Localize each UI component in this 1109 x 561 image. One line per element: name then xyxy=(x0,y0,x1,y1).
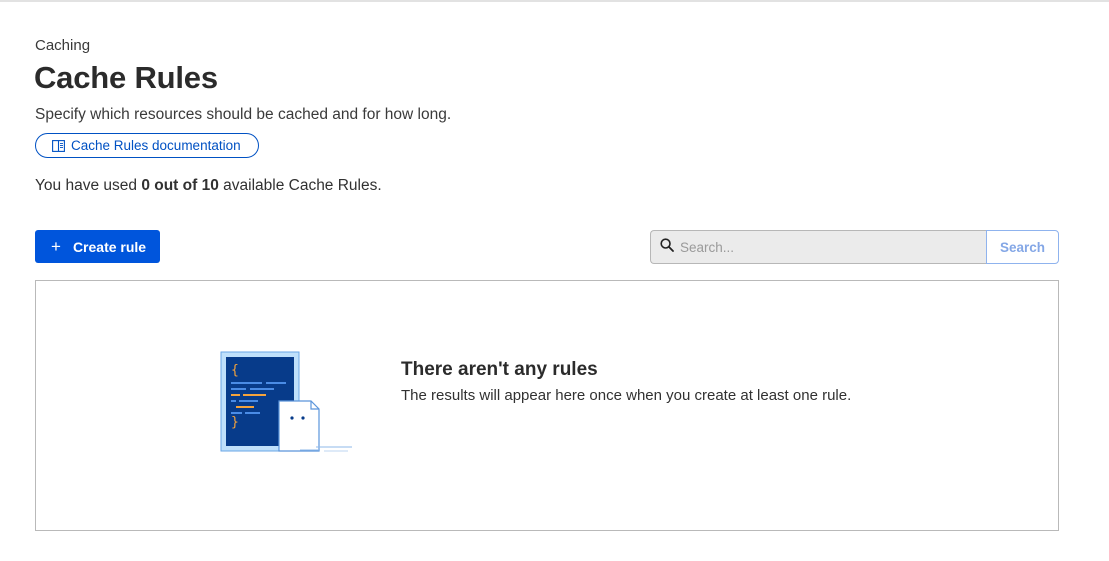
page-subtitle: Specify which resources should be cached… xyxy=(35,106,452,123)
code-document-icon: { } xyxy=(220,351,354,460)
svg-text:}: } xyxy=(231,415,239,430)
create-rule-button[interactable]: + Create rule xyxy=(35,230,160,263)
usage-suffix: available Cache Rules. xyxy=(218,177,382,194)
search-field[interactable] xyxy=(650,230,986,264)
book-icon xyxy=(52,139,65,152)
documentation-link-label: Cache Rules documentation xyxy=(71,138,241,153)
search-button[interactable]: Search xyxy=(986,230,1059,264)
plus-icon: + xyxy=(51,237,61,256)
search-input[interactable] xyxy=(680,239,970,255)
usage-prefix: You have used xyxy=(35,177,142,194)
search-bar: Search xyxy=(650,230,1059,264)
breadcrumb[interactable]: Caching xyxy=(35,37,90,54)
create-rule-label: Create rule xyxy=(72,238,147,255)
empty-state-title: There aren't any rules xyxy=(401,359,598,380)
empty-state-description: The results will appear here once when y… xyxy=(401,387,852,404)
usage-summary: You have used 0 out of 10 available Cach… xyxy=(35,177,382,195)
svg-text:{: { xyxy=(231,363,239,378)
usage-count: 0 out of 10 xyxy=(141,177,219,194)
page-title: Cache Rules xyxy=(34,60,218,95)
search-icon xyxy=(660,237,674,257)
rules-empty-state: { } There aren't any rules The results w… xyxy=(35,280,1059,531)
documentation-link[interactable]: Cache Rules documentation xyxy=(35,133,259,158)
top-divider xyxy=(0,0,1109,2)
